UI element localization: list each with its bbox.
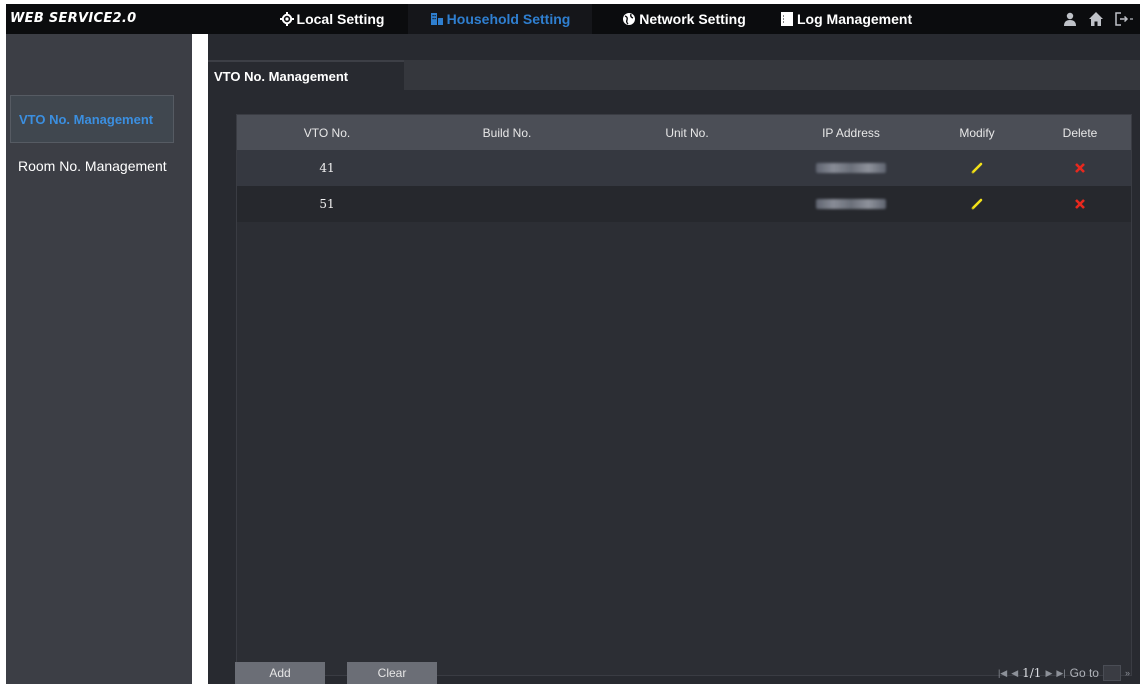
column-header-vto-no: VTO No. <box>303 125 351 140</box>
tab-local-setting-label: Local Setting <box>296 11 385 27</box>
sidebar-item-vto-no-management[interactable]: VTO No. Management <box>10 95 174 143</box>
tab-log-management-label: Log Management <box>797 11 913 27</box>
add-button[interactable]: Add <box>235 662 325 684</box>
goto-label: Go to <box>1069 666 1099 680</box>
vto-table: VTO No. Build No. Unit No. IP Address Mo… <box>236 114 1132 676</box>
column-header-unit-no: Unit No. <box>665 125 709 140</box>
cell-build-no <box>417 186 597 222</box>
top-right-icons <box>1062 11 1133 27</box>
gear-icon <box>279 12 294 26</box>
delete-x-icon[interactable] <box>1074 198 1086 210</box>
page-indicator: 1/1 <box>1022 666 1042 680</box>
column-header-build-no: Build No. <box>482 125 532 140</box>
cell-unit-no <box>597 150 777 186</box>
last-page-icon[interactable]: ▶| <box>1056 668 1065 679</box>
column-header-delete: Delete <box>1062 125 1098 140</box>
pencil-icon[interactable] <box>970 161 984 175</box>
top-navigation-bar: WEB SERVICE2.0 Local Setting Household S… <box>6 4 1140 34</box>
content-tab-vto-no-management[interactable]: VTO No. Management <box>208 60 404 90</box>
first-page-icon[interactable]: |◀ <box>998 668 1007 679</box>
next-page-icon[interactable]: ▶ <box>1045 668 1052 679</box>
cell-ip-address <box>777 150 925 186</box>
sidebar-item-room-no-management[interactable]: Room No. Management <box>6 142 192 190</box>
ip-address-blurred <box>816 199 886 209</box>
cell-vto-no: 41 <box>319 161 335 175</box>
tab-local-setting[interactable]: Local Setting <box>262 4 402 34</box>
home-icon[interactable] <box>1088 11 1104 27</box>
tab-household-setting[interactable]: Household Setting <box>408 4 592 34</box>
ip-address-blurred <box>816 163 886 173</box>
tab-log-management[interactable]: Log Management <box>776 4 936 34</box>
building-icon <box>430 12 444 26</box>
cell-unit-no <box>597 186 777 222</box>
goto-page-input[interactable] <box>1102 665 1121 681</box>
document-icon <box>780 12 794 26</box>
cell-build-no <box>417 150 597 186</box>
tab-household-setting-label: Household Setting <box>446 11 571 27</box>
table-row[interactable]: 51 <box>237 186 1131 222</box>
cell-modify <box>925 186 1029 222</box>
clear-button[interactable]: Clear <box>347 662 437 684</box>
cell-delete <box>1029 186 1131 222</box>
column-header-ip-address: IP Address <box>822 125 880 140</box>
table-row[interactable]: 41 <box>237 150 1131 186</box>
go-button[interactable]: » <box>1125 668 1130 678</box>
prev-page-icon[interactable]: ◀ <box>1011 668 1018 679</box>
globe-icon <box>622 12 636 26</box>
cell-delete <box>1029 150 1131 186</box>
table-header: VTO No. Build No. Unit No. IP Address Mo… <box>237 115 1131 150</box>
cell-ip-address <box>777 186 925 222</box>
cell-modify <box>925 150 1029 186</box>
user-icon[interactable] <box>1062 11 1078 27</box>
column-header-modify: Modify <box>959 125 995 140</box>
tab-network-setting[interactable]: Network Setting <box>602 4 766 34</box>
delete-x-icon[interactable] <box>1074 162 1086 174</box>
logout-icon[interactable] <box>1114 11 1133 27</box>
pagination: |◀ ◀ 1/1 ▶ ▶| Go to » <box>998 665 1130 681</box>
tab-network-setting-label: Network Setting <box>639 11 746 27</box>
pencil-icon[interactable] <box>970 197 984 211</box>
cell-vto-no: 51 <box>319 197 335 211</box>
sidebar: VTO No. Management Room No. Management <box>6 34 192 684</box>
app-logo: WEB SERVICE2.0 <box>10 11 137 26</box>
main-panel: VTO No. Management VTO No. Build No. Uni… <box>208 34 1140 684</box>
